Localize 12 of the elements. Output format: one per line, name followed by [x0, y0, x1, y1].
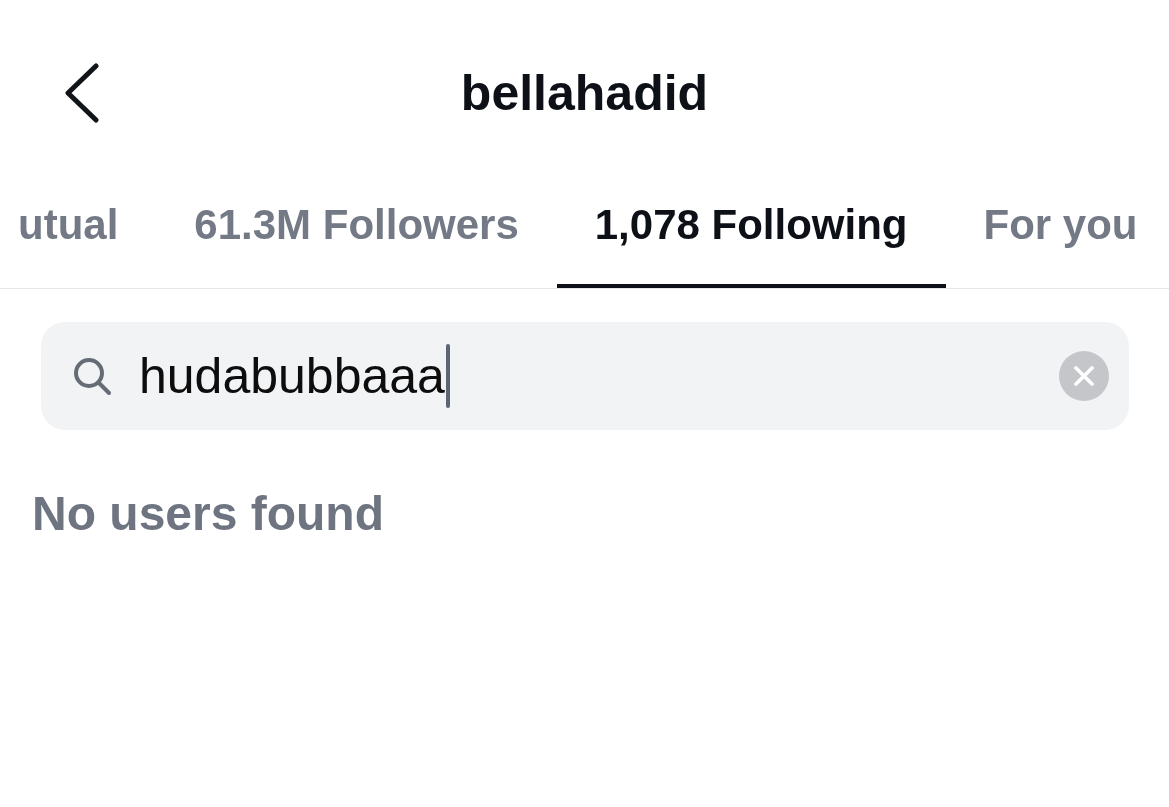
search-text: hudabubbaaa [139, 347, 445, 406]
search-field[interactable]: hudabubbaaa [41, 322, 1129, 430]
search-icon [72, 356, 112, 396]
back-button[interactable] [62, 62, 102, 124]
tab[interactable]: 61.3M Followers [156, 126, 557, 288]
tab[interactable]: 1,078 Following [556, 126, 946, 288]
tab[interactable]: utual [0, 126, 157, 288]
empty-results-message: No users found [31, 486, 384, 542]
close-icon [1074, 366, 1094, 386]
chevron-left-icon [64, 63, 100, 123]
profile-username: bellahadid [460, 64, 709, 123]
tab[interactable]: For you [945, 126, 1169, 288]
